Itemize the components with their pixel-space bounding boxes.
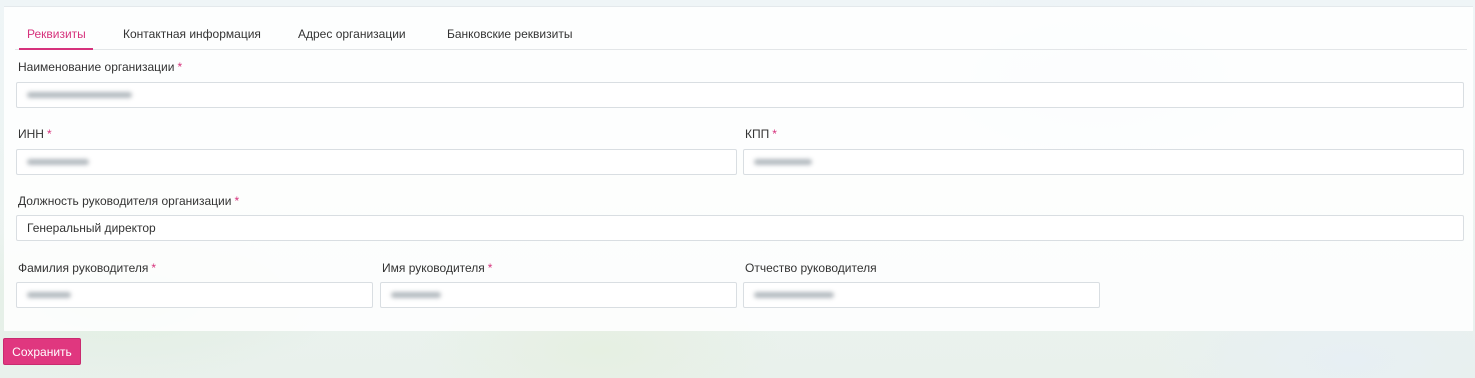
patronymic-label-text: Отчество руководителя [745,261,877,275]
org-name-label: Наименование организации * [18,60,182,74]
last-name-redacted-value [27,291,71,298]
requisites-panel: Реквизиты Контактная информация Адрес ор… [4,6,1473,331]
tab-bank-details[interactable]: Банковские реквизиты [447,27,572,48]
kpp-redacted-value [754,158,812,165]
last-name-label: Фамилия руководителя * [18,261,156,275]
tab-org-address[interactable]: Адрес организации [298,27,406,48]
patronymic-label: Отчество руководителя [745,261,877,275]
required-mark: * [151,261,157,275]
patronymic-redacted-value [754,291,834,298]
tab-contact-info[interactable]: Контактная информация [123,27,261,48]
patronymic-field[interactable] [743,282,1100,308]
required-mark: * [46,127,52,141]
inn-field[interactable] [16,149,737,175]
required-mark: * [234,194,240,208]
inn-label: ИНН * [18,127,52,141]
inn-label-text: ИНН [18,127,44,141]
inn-redacted-value [27,158,89,165]
first-name-field[interactable] [380,282,737,308]
kpp-label-text: КПП [745,127,770,141]
last-name-label-text: Фамилия руководителя [18,261,149,275]
kpp-label: КПП * [745,127,777,141]
org-name-label-text: Наименование организации [18,60,175,74]
first-name-label-text: Имя руководителя [382,261,485,275]
tab-bar: Реквизиты Контактная информация Адрес ор… [15,21,1467,50]
first-name-redacted-value [391,291,441,298]
position-field[interactable]: Генеральный директор [16,215,1464,241]
org-name-field[interactable] [16,82,1464,108]
required-mark: * [772,127,777,141]
kpp-field[interactable] [743,149,1464,175]
first-name-label: Имя руководителя * [382,261,492,275]
position-label: Должность руководителя организации * [18,194,239,208]
required-mark: * [487,261,493,275]
last-name-field[interactable] [16,282,373,308]
org-name-redacted-value [27,91,132,98]
required-mark: * [177,60,183,74]
save-button[interactable]: Сохранить [3,338,81,365]
tab-requisites[interactable]: Реквизиты [19,27,93,50]
position-label-text: Должность руководителя организации [18,194,232,208]
